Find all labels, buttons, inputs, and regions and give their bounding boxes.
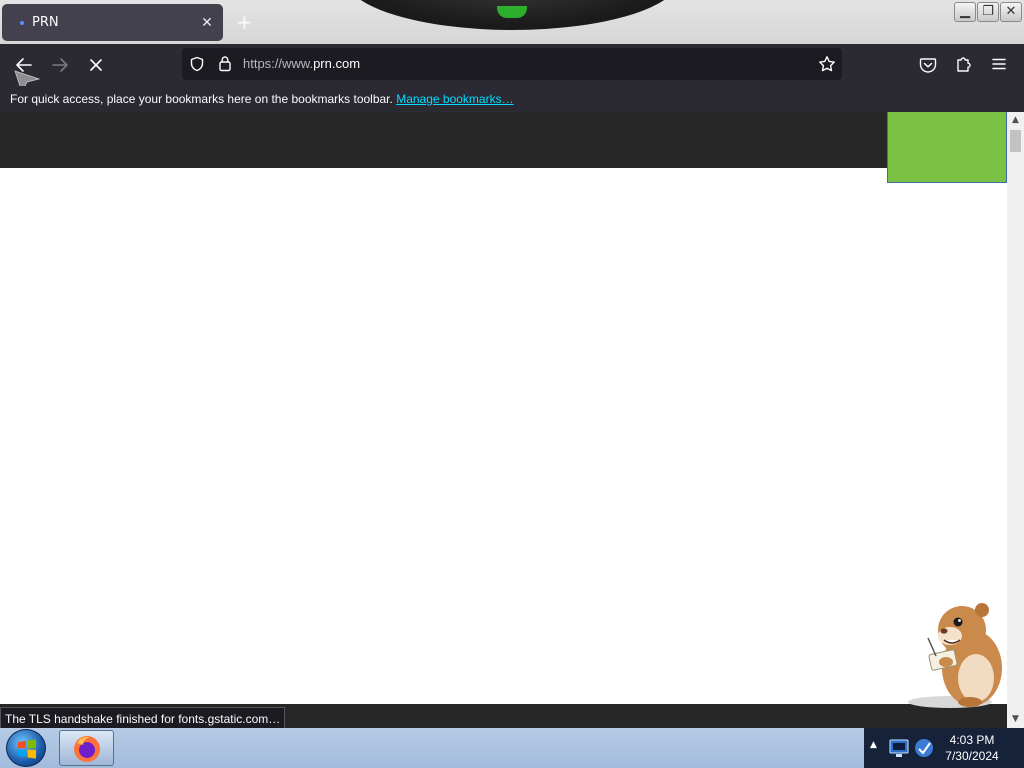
hamster-mascot-icon xyxy=(908,603,1002,708)
system-tray: ▲ 4:03 PM 7/30/2024 xyxy=(864,728,1024,768)
clock-time: 4:03 PM xyxy=(949,733,995,747)
lock-icon[interactable] xyxy=(218,55,232,72)
windows-taskbar: ▲ 4:03 PM 7/30/2024 xyxy=(0,728,1024,768)
show-hidden-icons-arrow-icon[interactable]: ▲ xyxy=(870,740,877,750)
tab-prn[interactable]: PRN ✕ xyxy=(2,4,223,41)
url-text[interactable]: https://www.prn.com xyxy=(243,56,360,71)
start-button[interactable] xyxy=(6,729,46,767)
tracking-protection-shield-icon[interactable] xyxy=(189,56,205,72)
clock-date: 7/30/2024 xyxy=(945,749,999,763)
menu-hamburger-icon[interactable] xyxy=(991,56,1007,72)
close-window-button[interactable]: ✕ xyxy=(1000,2,1022,22)
scroll-down-arrow-icon[interactable]: ▼ xyxy=(1007,711,1024,728)
loading-indicator-icon xyxy=(20,20,24,25)
windows-logo-icon xyxy=(18,739,36,759)
network-monitor-tray-icon[interactable] xyxy=(888,736,912,760)
wallpaper-green-glow xyxy=(497,6,527,18)
tab-title: PRN xyxy=(32,15,59,30)
pocket-icon[interactable] xyxy=(919,56,937,74)
minimize-window-button[interactable]: ▁ xyxy=(954,2,976,22)
security-tray-icon[interactable] xyxy=(912,736,936,760)
close-tab-icon[interactable]: ✕ xyxy=(195,15,219,31)
site-header-bar xyxy=(0,112,1007,168)
bookmarks-toolbar: For quick access, place your bookmarks h… xyxy=(0,86,1024,112)
manage-bookmarks-link[interactable]: Manage bookmarks… xyxy=(396,92,513,106)
scroll-up-arrow-icon[interactable]: ▲ xyxy=(1007,112,1024,129)
forward-arrow-icon xyxy=(52,58,68,72)
window-controls: ▁ ❐ ✕ xyxy=(954,2,1022,22)
navigation-toolbar: https://www.prn.com xyxy=(0,44,1024,94)
url-prefix: https://www. xyxy=(243,56,314,71)
restore-window-button[interactable]: ❐ xyxy=(977,2,999,22)
taskbar-clock[interactable]: 4:03 PM 7/30/2024 xyxy=(936,732,1008,764)
status-panel: The TLS handshake finished for fonts.gst… xyxy=(0,707,286,729)
bookmark-star-icon[interactable] xyxy=(818,55,836,73)
page-content xyxy=(0,112,1007,704)
firefox-logo-icon xyxy=(74,736,100,762)
site-header-green-block xyxy=(887,112,1007,183)
url-domain: prn.com xyxy=(313,56,361,71)
scrollbar-thumb[interactable] xyxy=(1010,130,1021,152)
url-bar[interactable]: https://www.prn.com xyxy=(182,48,842,80)
bookmarks-toolbar-message: For quick access, place your bookmarks h… xyxy=(10,92,393,106)
stop-loading-button[interactable] xyxy=(83,52,109,78)
tab-strip: PRN ✕ + ▁ ❐ ✕ xyxy=(0,0,1024,44)
forward-button[interactable] xyxy=(47,52,73,78)
stop-x-icon xyxy=(90,59,102,71)
new-tab-plus-icon[interactable]: + xyxy=(236,10,253,34)
extensions-puzzle-icon[interactable] xyxy=(955,55,973,74)
taskbar-firefox-button[interactable] xyxy=(59,730,114,766)
